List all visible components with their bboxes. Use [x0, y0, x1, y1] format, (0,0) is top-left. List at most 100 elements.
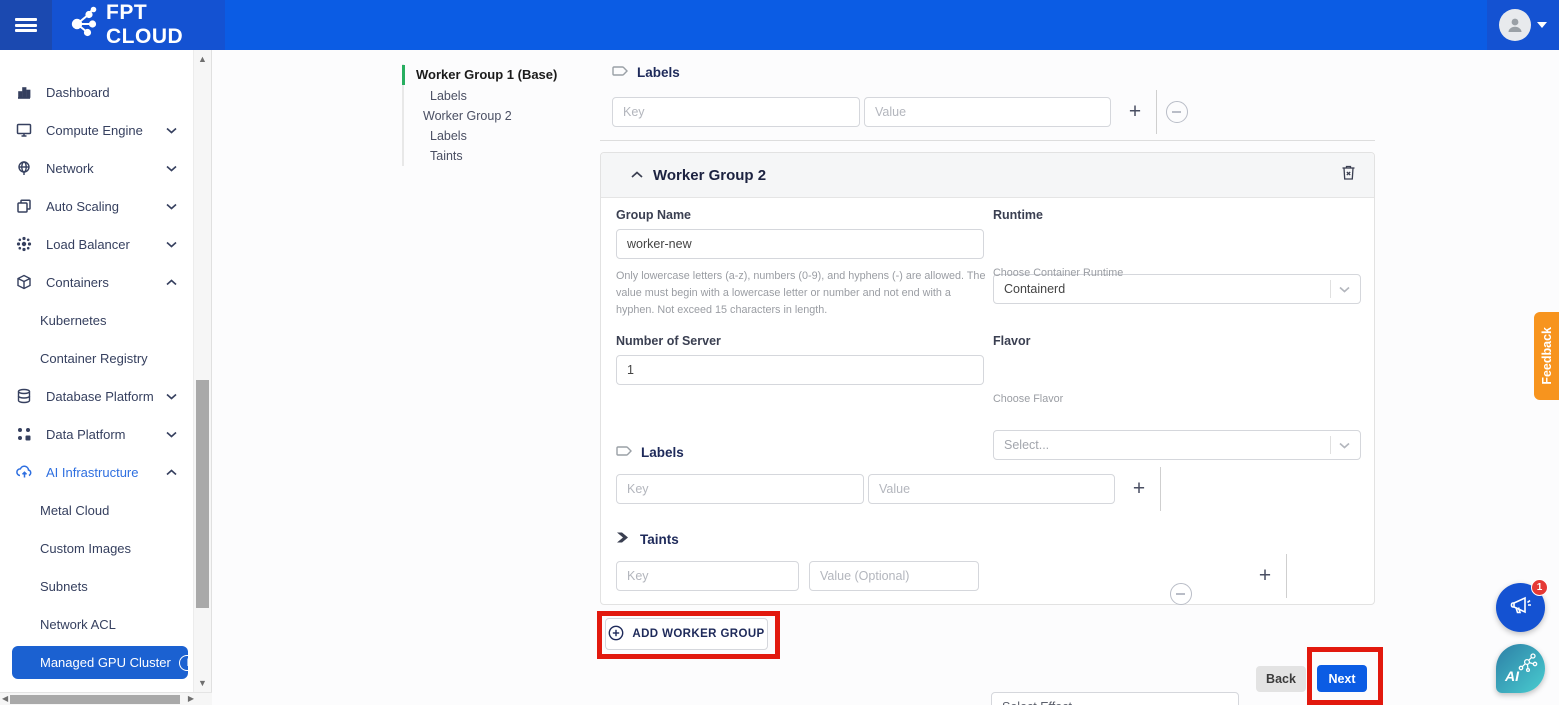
- sidebar-item-load-balancer[interactable]: Load Balancer: [0, 225, 193, 263]
- chevron-down-icon: [1339, 438, 1350, 452]
- sidebar-item-label: Kubernetes: [40, 312, 107, 328]
- stepnav-wg2-taints[interactable]: Taints: [416, 146, 587, 166]
- data-platform-icon: [15, 425, 33, 443]
- wg1-labels-heading: Labels: [612, 64, 680, 81]
- megaphone-icon: [1509, 593, 1533, 622]
- back-button[interactable]: Back: [1256, 666, 1306, 692]
- sidebar-item-label: Managed GPU Cluster: [40, 655, 171, 670]
- sidebar-item-subnets[interactable]: Subnets: [0, 567, 193, 605]
- taint-arrow-icon: [616, 531, 632, 547]
- sidebar-item-database-platform[interactable]: Database Platform: [0, 377, 193, 415]
- hamburger-menu-button[interactable]: [0, 0, 52, 50]
- wg1-label-value-input[interactable]: [864, 97, 1111, 127]
- network-globe-icon: [15, 159, 33, 177]
- user-menu[interactable]: [1487, 0, 1559, 50]
- app-root: FPT CLOUD Dashboard Compute Engine Netwo…: [0, 0, 1559, 705]
- sidebar-item-label: Dashboard: [46, 84, 110, 100]
- sidebar-item-label: Auto Scaling: [46, 198, 119, 214]
- auto-scaling-icon: [15, 197, 33, 215]
- wg2-label-value-input[interactable]: [868, 474, 1115, 504]
- flavor-select[interactable]: Select...: [993, 430, 1361, 460]
- wg1-remove-label-button[interactable]: [1166, 101, 1188, 123]
- section-divider: [600, 140, 1375, 141]
- wg1-label-key-input[interactable]: [612, 97, 860, 127]
- worker-group-2-card: Worker Group 2 Group Name Only lowercase…: [600, 152, 1375, 705]
- wg2-label-key-input[interactable]: [616, 474, 864, 504]
- wg2-remove-label-button[interactable]: [1170, 583, 1192, 605]
- sidebar-item-ai-infrastructure[interactable]: AI Infrastructure: [0, 453, 193, 491]
- taint-effect-select[interactable]: Select Effect...: [991, 692, 1239, 705]
- number-of-server-input[interactable]: [616, 355, 984, 385]
- flavor-helper-text: Choose Flavor: [993, 393, 1064, 405]
- ai-infrastructure-cloud-icon: [15, 463, 33, 481]
- stepnav-worker-group-2[interactable]: Worker Group 2: [416, 106, 587, 126]
- chevron-down-icon: [1339, 282, 1350, 296]
- group-name-helper-text: Only lowercase letters (a-z), numbers (0…: [616, 270, 986, 316]
- sidebar-item-label: Metal Cloud: [40, 502, 110, 518]
- group-name-input[interactable]: [616, 229, 984, 259]
- top-header: FPT CLOUD: [0, 0, 1559, 50]
- horizontal-scrollbar-thumb[interactable]: [10, 695, 180, 704]
- database-icon: [15, 387, 33, 405]
- sidebar-item-container-registry[interactable]: Container Registry: [0, 339, 193, 377]
- chevron-up-icon: [166, 468, 177, 476]
- stepnav-wg2-labels[interactable]: Labels: [416, 126, 587, 146]
- sidebar-item-auto-scaling[interactable]: Auto Scaling: [0, 187, 193, 225]
- sidebar-item-network-acl[interactable]: Network ACL: [0, 605, 193, 643]
- sidebar-item-label: AI Infrastructure: [46, 464, 139, 480]
- label-tag-icon: [616, 444, 633, 461]
- chevron-down-icon: [1537, 22, 1547, 28]
- active-item-pill[interactable]: Managed GPU Cluster beta: [12, 646, 188, 679]
- sidebar-item-kubernetes[interactable]: Kubernetes: [0, 301, 193, 339]
- sidebar-item-label: Compute Engine: [46, 122, 143, 138]
- dashboard-icon: [15, 83, 33, 101]
- vertical-scrollbar-thumb[interactable]: [196, 380, 209, 608]
- next-button[interactable]: Next: [1317, 665, 1367, 692]
- worker-group-step-nav: Worker Group 1 (Base) Labels Worker Grou…: [402, 64, 587, 166]
- feedback-tab[interactable]: Feedback: [1534, 312, 1559, 400]
- chevron-down-icon: [166, 127, 177, 134]
- sidebar-item-label: Containers: [46, 274, 109, 290]
- sidebar-item-network[interactable]: Network: [0, 149, 193, 187]
- sidebar-vertical-scrollbar[interactable]: ▲ ▼: [193, 50, 212, 692]
- wg2-add-label-button[interactable]: +: [1128, 478, 1150, 500]
- stepnav-wg1-labels[interactable]: Labels: [416, 86, 587, 106]
- ai-label: AI: [1505, 668, 1519, 684]
- active-step-marker: [402, 65, 405, 85]
- sidebar-item-data-platform[interactable]: Data Platform: [0, 415, 193, 453]
- sidebar-item-managed-gpu-cluster[interactable]: Managed GPU Cluster beta: [0, 643, 193, 681]
- taint-key-input[interactable]: [616, 561, 799, 591]
- sidebar-item-containers[interactable]: Containers: [0, 263, 193, 301]
- beta-badge: beta: [178, 654, 188, 671]
- scroll-down-arrow[interactable]: ▼: [194, 678, 211, 688]
- scroll-left-arrow[interactable]: ◀: [2, 694, 8, 703]
- collapse-chevron-up-icon[interactable]: [631, 166, 643, 184]
- stepnav-worker-group-1[interactable]: Worker Group 1 (Base): [402, 64, 587, 86]
- add-taint-button[interactable]: +: [1254, 565, 1276, 587]
- chevron-down-icon: [166, 241, 177, 248]
- sidebar-item-dashboard[interactable]: Dashboard: [0, 73, 193, 111]
- sidebar-item-compute-engine[interactable]: Compute Engine: [0, 111, 193, 149]
- label-tag-icon: [612, 64, 629, 81]
- scroll-right-arrow[interactable]: ▶: [188, 694, 194, 703]
- cluster-form: Labels + Worker Group 2: [597, 50, 1383, 705]
- sidebar: Dashboard Compute Engine Network Auto Sc…: [0, 50, 193, 705]
- ai-assistant-button[interactable]: AI: [1496, 644, 1545, 693]
- scroll-up-arrow[interactable]: ▲: [194, 54, 211, 64]
- containers-box-icon: [15, 273, 33, 291]
- announcements-button[interactable]: 1: [1496, 579, 1548, 632]
- delete-worker-group-icon[interactable]: [1341, 164, 1356, 186]
- wg1-add-label-button[interactable]: +: [1124, 101, 1146, 123]
- wg2-labels-heading: Labels: [616, 444, 684, 461]
- chevron-up-icon: [166, 278, 177, 286]
- sidebar-item-metal-cloud[interactable]: Metal Cloud: [0, 491, 193, 529]
- brand-logo[interactable]: FPT CLOUD: [52, 0, 225, 50]
- sidebar-item-custom-images[interactable]: Custom Images: [0, 529, 193, 567]
- taint-value-input[interactable]: [809, 561, 979, 591]
- sidebar-horizontal-scrollbar[interactable]: ◀ ▶: [0, 692, 212, 705]
- add-worker-group-button[interactable]: ADD WORKER GROUP: [605, 618, 768, 650]
- worker-group-2-header[interactable]: Worker Group 2: [601, 153, 1374, 198]
- hamburger-icon: [15, 16, 37, 35]
- runtime-label: Runtime: [993, 208, 1043, 222]
- number-of-server-label: Number of Server: [616, 334, 721, 348]
